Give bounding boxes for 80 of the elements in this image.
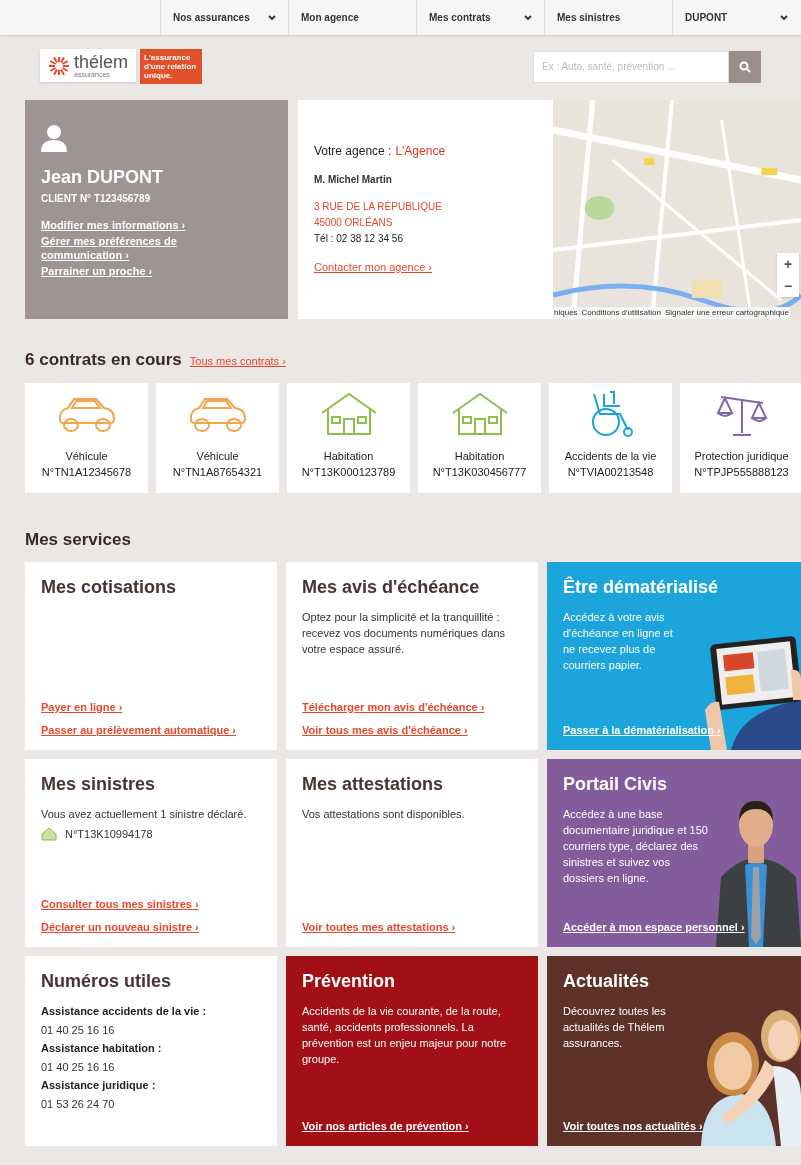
search-field[interactable]: Ex : Auto, santé, prévention ... (533, 50, 729, 83)
agency-phone: Tél : 02 38 12 34 56 (314, 232, 404, 246)
brand-name: thélem (74, 53, 129, 71)
agency-label: Votre agence : (314, 143, 392, 160)
card-text: Vos attestations sont disponibles. (302, 807, 466, 822)
link[interactable]: Accéder à mon espace personnel › (563, 918, 745, 935)
card-text: Accidents de la vie courante, de la route, santé, accidents professionnels. La prévention est un enjeu majeur pour notre groupe. (302, 1004, 508, 1067)
link[interactable]: Voir tous mes avis d'échéance › (302, 721, 468, 738)
phone-number: 01 40 25 16 16 (41, 1022, 116, 1038)
phone-label: Assistance accidents de la vie : (41, 1004, 208, 1019)
contract-type: Accidents de la vie (564, 448, 657, 464)
nav-item[interactable]: Mes sinistres (544, 0, 672, 35)
card-title: Prévention (302, 970, 397, 993)
map-attribution[interactable]: hiques (554, 307, 578, 319)
sun-icon (48, 56, 70, 75)
contract-type: Protection juridique (694, 448, 789, 464)
contract-type: Habitation (454, 448, 505, 464)
nav-item[interactable]: DUPONT (672, 0, 800, 35)
agency-address: 3 RUE DE LA RÉPUBLIQUE (314, 199, 443, 214)
contract-card[interactable]: Véhicule N°TN1A12345678 (25, 382, 148, 493)
contract-number: N°TPJP555888123 (694, 465, 789, 480)
client-name: Jean DUPONT (41, 166, 165, 189)
card-title: Mes attestations (302, 773, 445, 796)
card-text: Optez pour la simplicité et la tranquillité : recevez vos documents numériques dans votre espace assuré. (302, 610, 506, 657)
agency-address: 45000 ORLÉANS (314, 215, 394, 230)
phone-label: Assistance habitation : (41, 1041, 163, 1056)
tagline-bubble: L'assurance d'une relation unique. (140, 49, 203, 84)
link[interactable]: Déclarer un nouveau sinistre › (41, 918, 199, 935)
agency-name: L'Agence (395, 143, 446, 160)
card-text: Découvrez toutes les actualités de Thélem assurances. (563, 1004, 667, 1051)
link[interactable]: Voir nos articles de prévention › (302, 1117, 469, 1134)
card-title: Portail Civis (563, 773, 669, 796)
card-title: Mes cotisations (41, 576, 178, 599)
map-attribution[interactable]: Conditions d'utilisation (581, 307, 661, 319)
contract-card[interactable]: Véhicule N°TN1A87654321 (156, 382, 279, 493)
claim-number: N°T13K10994178 (65, 827, 153, 842)
nav-item[interactable]: Mes contrats (416, 0, 544, 35)
contract-number: N°T13K000123789 (301, 465, 396, 480)
card-title: Actualités (563, 970, 651, 993)
card-title: Mes sinistres (41, 773, 157, 796)
contract-number: N°TN1A87654321 (172, 465, 263, 480)
link[interactable]: Consulter tous mes sinistres › (41, 896, 199, 913)
contract-card[interactable]: Habitation N°T13K000123789 (287, 382, 410, 493)
section-title: Mes services (25, 528, 132, 551)
contact-link[interactable]: Contacter mon agence › (314, 259, 432, 276)
link[interactable]: Télécharger mon avis d'échéance › (302, 699, 485, 716)
contract-type: Habitation (323, 448, 374, 464)
nav-item[interactable]: Nos assurances (160, 0, 288, 35)
house-icon (41, 827, 57, 842)
contract-type: Véhicule (65, 448, 108, 464)
section-title: 6 contrats en cours (25, 349, 182, 371)
zoom-in-button[interactable]: + (777, 253, 799, 275)
zoom-out-button[interactable]: − (777, 275, 799, 297)
contract-card[interactable]: Accidents de la vie N°TVIA00213548 (549, 382, 672, 493)
card-title: Numéros utiles (41, 970, 173, 993)
contract-number: N°TVIA00213548 (567, 465, 654, 480)
search-button[interactable] (729, 50, 761, 83)
link[interactable]: Voir toutes mes attestations › (302, 918, 456, 935)
card-title: Être dématérialisé (563, 575, 720, 599)
card-text: Accédez à une base documentaire juridique et 150 courriers type, déclarez des sinistres et suivez vos dossiers en ligne. (563, 807, 708, 886)
phone-number: 01 53 26 24 70 (41, 1096, 116, 1112)
client-number: CLIENT N° T123456789 (41, 192, 152, 206)
link[interactable]: Voir toutes nos actualités › (563, 1117, 703, 1134)
contract-number: N°T13K030456777 (432, 465, 527, 480)
contract-card[interactable]: Protection juridique N°TPJP555888123 (680, 382, 801, 493)
contract-type: Véhicule (196, 448, 239, 464)
phone-label: Assistance juridique : (41, 1078, 157, 1093)
agent-name: M. Michel Martin (314, 173, 393, 187)
card-text: Vous avez actuellement 1 sinistre déclaré. (41, 807, 248, 822)
card-title: Mes avis d'échéance (302, 576, 481, 599)
phone-number: 01 40 25 16 16 (41, 1059, 116, 1075)
user-icon (41, 124, 67, 152)
nav-item[interactable]: Mon agence (288, 0, 416, 35)
link[interactable]: Passer au prélèvement automatique › (41, 721, 236, 738)
link[interactable]: Payer en ligne › (41, 699, 123, 716)
contract-number: N°TN1A12345678 (41, 465, 132, 480)
map-attribution[interactable]: Signaler une erreur cartographique (664, 307, 789, 319)
card-text: Accédez à votre avis d'échéance en ligne et ne recevez plus de courriers papier. (563, 610, 674, 673)
search-icon (739, 60, 751, 73)
contract-card[interactable]: Habitation N°T13K030456777 (418, 382, 541, 493)
